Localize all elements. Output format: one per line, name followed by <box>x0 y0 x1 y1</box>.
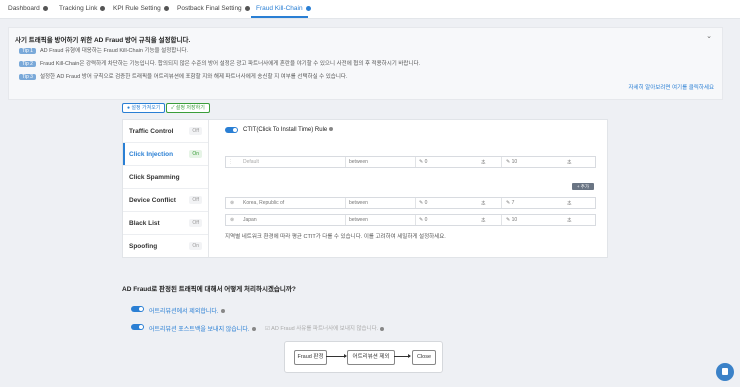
tab-dashboard[interactable]: Dashboard <box>8 5 48 12</box>
sidebar-item-traffic-control[interactable]: Traffic Control Off <box>123 120 208 143</box>
sidebar-item-spoofing[interactable]: Spoofing On <box>123 235 208 257</box>
from-input[interactable]: ✎ 0 <box>419 200 427 206</box>
active-tab-indicator <box>251 16 308 18</box>
fraud-type-sidebar: Traffic Control Off Click Injection On Cli… <box>123 120 209 257</box>
country-select[interactable]: Default <box>243 159 259 165</box>
exclude-attribution-label: 어트리뷰션에서 제외합니다. <box>149 306 225 315</box>
help-icon <box>380 326 385 331</box>
help-icon <box>329 127 334 132</box>
to-input[interactable]: ✎ 10 <box>506 217 517 223</box>
tab-fraud-kill-chain[interactable]: Fraud Kill-Chain <box>256 5 311 12</box>
sidebar-item-device-conflict[interactable]: Device Conflict Off <box>123 189 208 212</box>
no-postback-label: 어트리뷰션 포스트백을 보내지 않습니다. <box>149 324 256 333</box>
country-select[interactable]: Korea, Republic of <box>243 200 284 206</box>
tip-1: Tip 1 AD Fraud 유형에 대응하는 Fraud Kill-Chain … <box>19 46 188 54</box>
from-input[interactable]: ✎ 0 <box>419 217 427 223</box>
to-input[interactable]: ✎ 7 <box>506 200 514 206</box>
help-icon <box>42 5 48 11</box>
status-badge: On <box>189 150 202 158</box>
operator-select[interactable]: between <box>349 159 368 165</box>
flow-step-fraud: Fraud 판정 <box>294 350 327 365</box>
sidebar-item-click-spamming[interactable]: Click Spamming <box>123 166 208 189</box>
info-panel: 사기 트래픽을 방어하기 위한 AD Fraud 방어 규칙을 설정합니다. ⌄… <box>8 27 723 100</box>
chevron-down-icon[interactable]: ⌄ <box>706 32 712 40</box>
status-badge: On <box>189 242 202 250</box>
chat-icon[interactable] <box>716 363 734 381</box>
ctit-rule-title: CTIT(Click To Install Time) Rule <box>243 127 334 133</box>
to-input[interactable]: ✎ 10 <box>506 159 517 165</box>
tab-tracking-link[interactable]: Tracking Link <box>59 5 106 12</box>
from-input[interactable]: ✎ 0 <box>419 159 427 165</box>
rule-row-japan: ⊗ Japan between ✎ 0 초 ✎ 10 초 <box>225 214 596 226</box>
no-fraud-reason-checkbox[interactable]: ☑ AD Fraud 사유를 파트너사에 보내지 않습니다. <box>265 324 385 332</box>
remove-icon[interactable]: ⊗ <box>230 200 234 206</box>
no-postback-toggle[interactable] <box>131 324 144 330</box>
country-select[interactable]: Japan <box>243 217 257 223</box>
tab-postback-final-setting[interactable]: Postback Final Setting <box>177 5 250 12</box>
handling-question: AD Fraud로 판정된 트래픽에 대해서 어떻게 처리하시겠습니까? <box>122 286 296 293</box>
rule-row-korea: ⊗ Korea, Republic of between ✎ 0 초 ✎ 7 초 <box>225 197 596 209</box>
sidebar-item-click-injection[interactable]: Click Injection On <box>123 143 208 166</box>
fraud-flow-diagram: Fraud 판정 어트리뷰션 제외 Close <box>284 341 443 373</box>
exclude-attribution-toggle[interactable] <box>131 306 144 312</box>
help-icon <box>100 5 106 11</box>
flow-step-close: Close <box>412 350 436 365</box>
help-icon <box>244 5 250 11</box>
learn-more-link[interactable]: 자세히 알아보려면 여기를 클릭하세요 <box>628 83 714 91</box>
status-badge: Off <box>189 127 202 135</box>
flow-arrow <box>394 354 411 358</box>
operator-select[interactable]: between <box>349 200 368 206</box>
rule-note: 지역별 네트워크 환경에 따라 평균 CTIT가 다를 수 있습니다. 이를 고… <box>225 234 446 240</box>
tip-2: Tip 2 Fraud Kill-Chain은 강력하게 차단하는 기능입니다. … <box>19 59 420 67</box>
info-title: 사기 트래픽을 방어하기 위한 AD Fraud 방어 규칙을 설정합니다. <box>15 37 191 44</box>
status-badge: Off <box>189 196 202 204</box>
help-icon <box>251 327 256 332</box>
status-badge: Off <box>189 219 202 227</box>
drag-handle-icon[interactable]: ⋮ <box>228 159 233 165</box>
top-tab-bar: Dashboard Tracking Link KPI Rule Setting… <box>0 0 740 19</box>
help-icon <box>220 309 225 314</box>
help-icon <box>305 5 311 11</box>
help-icon <box>163 5 169 11</box>
flow-step-exclude: 어트리뷰션 제외 <box>347 350 395 365</box>
add-rule-button[interactable]: + 추가 <box>572 183 594 190</box>
tip-3: Tip 3 설정한 AD Fraud 방어 규칙으로 검증한 트래픽을 어트리뷰션… <box>19 72 348 80</box>
rule-row-default: ⋮ Default between ✎ 0 초 ✎ 10 초 <box>225 156 596 168</box>
operator-select[interactable]: between <box>349 217 368 223</box>
save-settings-button[interactable]: ✓ 설정 저장하기 <box>166 103 210 113</box>
sidebar-item-black-list[interactable]: Black List Off <box>123 212 208 235</box>
flow-arrow <box>326 354 347 358</box>
remove-icon[interactable]: ⊗ <box>230 217 234 223</box>
ctit-rule-toggle[interactable] <box>225 127 238 133</box>
tab-kpi-rule-setting[interactable]: KPI Rule Setting <box>113 5 169 12</box>
load-settings-button[interactable]: ● 설정 가져오기 <box>122 103 166 113</box>
